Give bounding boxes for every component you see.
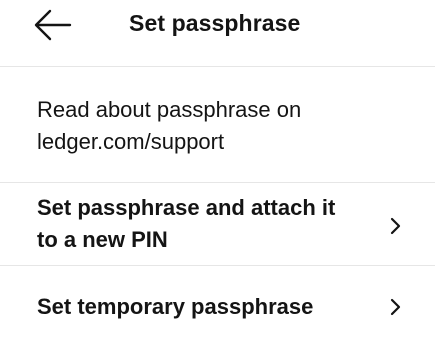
menu-item-label: Set temporary passphrase	[37, 294, 314, 319]
header-divider	[0, 66, 435, 67]
passphrase-screen: Set passphrase Read about passphrase on …	[0, 0, 435, 345]
header: Set passphrase	[0, 0, 435, 66]
menu-item-label: Set passphrase and attach it to a new PI…	[37, 195, 336, 252]
chevron-right-icon	[388, 297, 402, 317]
back-button[interactable]	[30, 5, 76, 45]
menu-item-set-temporary-passphrase[interactable]: Set temporary passphrase	[0, 266, 435, 345]
arrow-left-icon	[34, 9, 72, 41]
chevron-right-icon	[388, 216, 402, 236]
page-title: Set passphrase	[129, 10, 301, 36]
info-text: Read about passphrase on ledger.com/supp…	[37, 97, 302, 154]
menu-item-set-passphrase-new-pin[interactable]: Set passphrase and attach it to a new PI…	[0, 183, 435, 265]
